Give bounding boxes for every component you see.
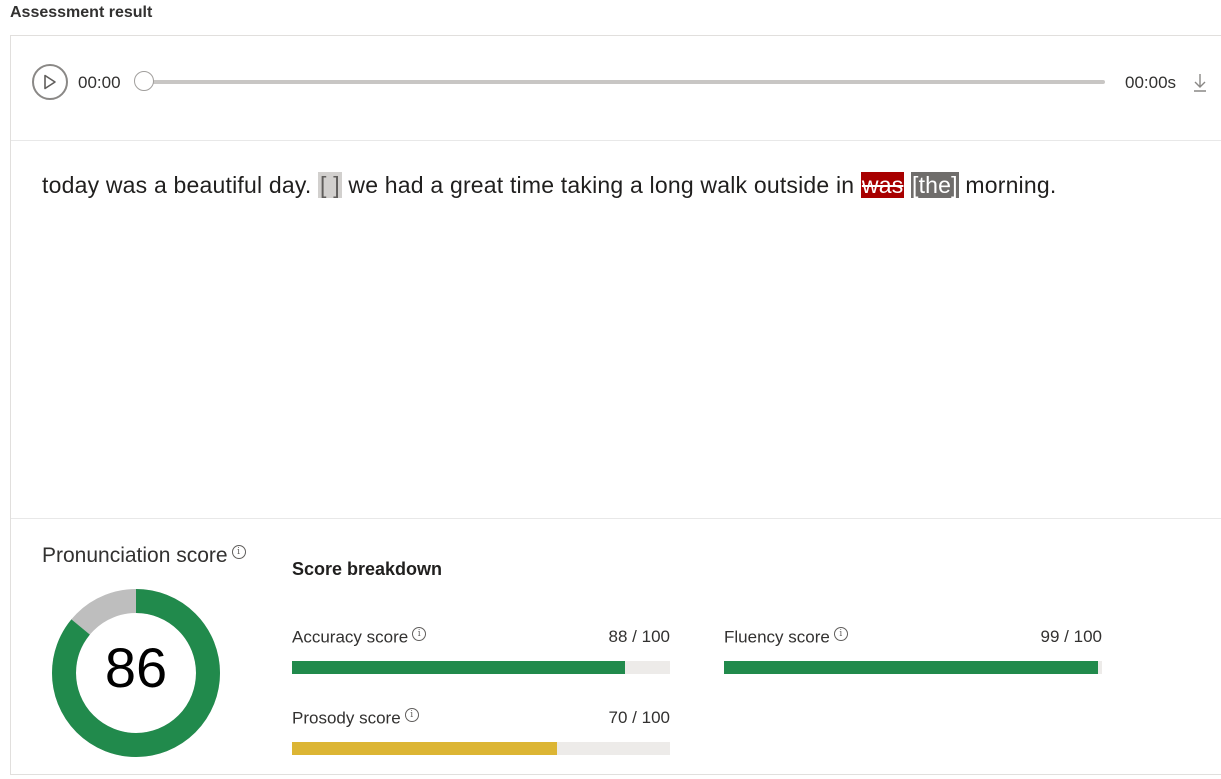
pause-marker[interactable]: [ ] — [318, 172, 342, 198]
pronunciation-score-value: 86 — [104, 636, 168, 699]
download-button[interactable] — [1191, 72, 1209, 94]
metric-label: Fluency score i — [724, 627, 848, 648]
transcript-text — [904, 172, 911, 198]
audio-player: 00:00 00:00s — [11, 36, 1221, 141]
metric-label-text: Accuracy score — [292, 627, 409, 647]
mispronounced-word[interactable]: was — [860, 172, 905, 198]
download-icon — [1194, 74, 1206, 92]
metric-track — [724, 661, 1102, 674]
metric-label: Prosody score i — [292, 708, 419, 729]
metric-value: 99 / 100 — [1040, 627, 1102, 646]
info-icon[interactable]: i — [231, 545, 246, 559]
play-icon — [44, 74, 56, 90]
play-button[interactable] — [32, 64, 68, 100]
pronunciation-score-label: Pronunciation score — [42, 544, 228, 567]
metric-fill — [724, 661, 1099, 674]
metric-track — [292, 661, 670, 674]
seek-thumb[interactable] — [134, 71, 154, 91]
page-title: Assessment result — [10, 4, 153, 21]
metric-value: 70 / 100 — [608, 708, 670, 727]
metric-fill — [292, 742, 557, 755]
info-icon[interactable]: i — [404, 708, 419, 722]
transcript-text: we had a great time taking a long walk o… — [341, 172, 861, 198]
metric-value: 88 / 100 — [608, 627, 670, 646]
duration: 00:00s — [1125, 73, 1177, 92]
metric-label-text: Fluency score — [724, 627, 830, 647]
assessment-panel: 00:00 00:00s today was a beautiful day. … — [10, 35, 1221, 775]
transcript-text: today was a beautiful day. — [42, 172, 319, 198]
seek-track[interactable] — [145, 80, 1105, 84]
current-time: 00:00 — [78, 73, 121, 92]
metric-track — [292, 742, 670, 755]
score-area: Pronunciation score i 86 Score breakdown … — [11, 518, 1221, 779]
metric-label-text: Prosody score — [292, 708, 401, 728]
transcript: today was a beautiful day. [ ] we had a … — [42, 172, 1056, 199]
info-icon[interactable]: i — [412, 627, 427, 641]
inserted-word[interactable]: [the] — [911, 172, 959, 198]
metric-label: Accuracy score i — [292, 627, 427, 648]
score-breakdown-title: Score breakdown — [292, 559, 443, 579]
metric-fill — [292, 661, 625, 674]
transcript-text: morning. — [958, 172, 1057, 198]
info-icon[interactable]: i — [833, 627, 848, 641]
pronunciation-score-title: Pronunciation score i — [42, 544, 246, 568]
